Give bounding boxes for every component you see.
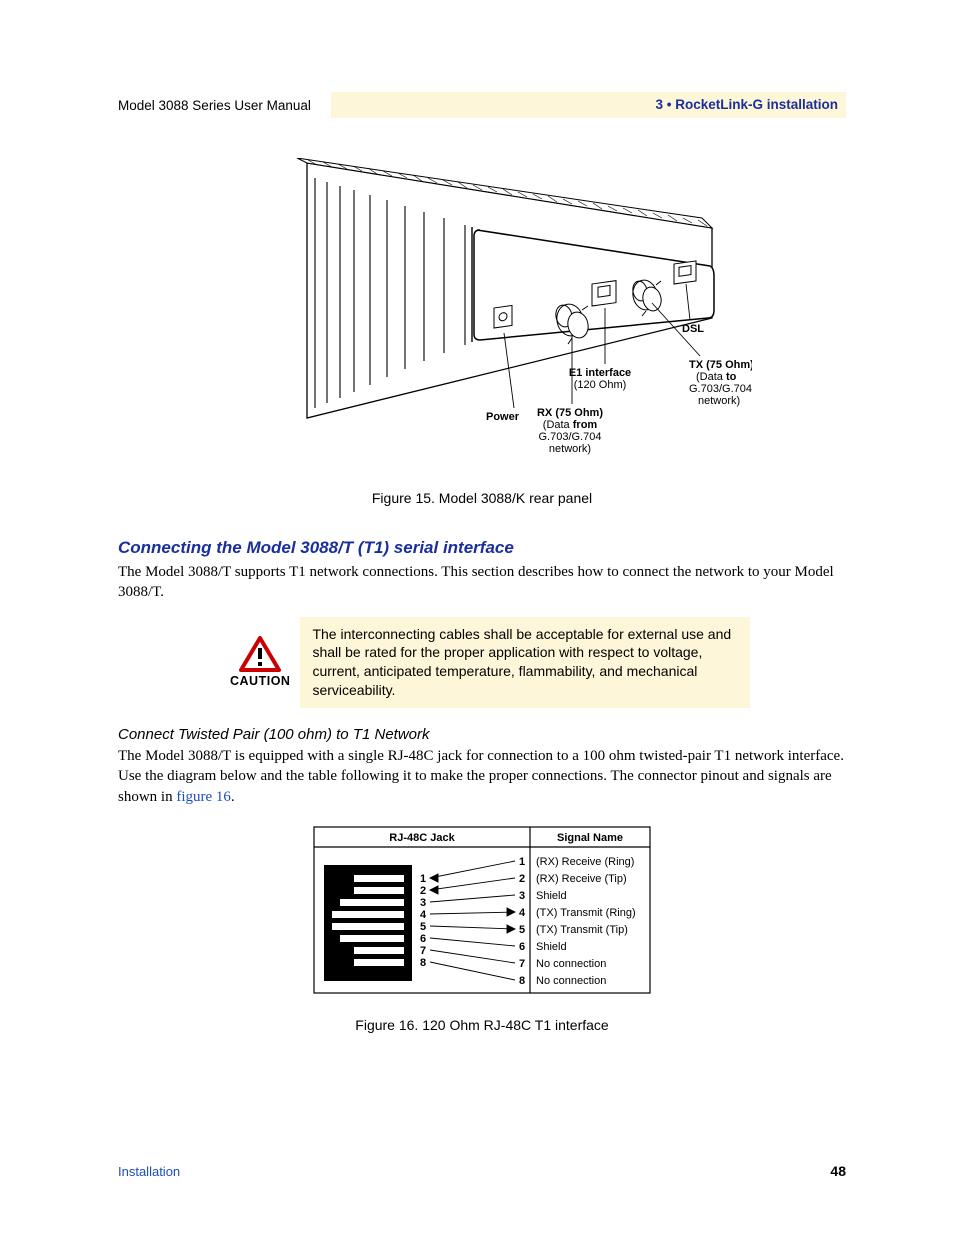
figure-15: DSL TX (75 Ohm) (Data to G.703/G.704 net… <box>118 158 846 522</box>
signal-2: (RX) Receive (Tip) <box>536 873 627 885</box>
signal-1: (RX) Receive (Ring) <box>536 856 634 868</box>
caution-label: CAUTION <box>230 674 290 688</box>
th-signal: Signal Name <box>557 832 623 844</box>
svg-text:1: 1 <box>519 856 525 868</box>
signal-6: Shield <box>536 941 567 953</box>
svg-text:G.703/G.704: G.703/G.704 <box>539 431 602 443</box>
svg-text:4: 4 <box>420 909 427 921</box>
svg-text:network): network) <box>549 443 591 455</box>
section-heading: Connecting the Model 3088/T (T1) serial … <box>118 538 846 558</box>
svg-text:5: 5 <box>420 921 426 933</box>
svg-text:8: 8 <box>420 957 426 969</box>
figure-16: RJ-48C Jack Signal Name 1 2 3 4 <box>118 825 846 1049</box>
svg-text:3: 3 <box>420 897 426 909</box>
svg-text:6: 6 <box>420 933 426 945</box>
svg-text:network): network) <box>698 395 740 407</box>
rj48c-diagram: RJ-48C Jack Signal Name 1 2 3 4 <box>312 825 652 1015</box>
label-power: Power <box>486 411 520 423</box>
svg-text:(Data from: (Data from <box>543 419 598 431</box>
caution-text: The interconnecting cables shall be acce… <box>300 617 750 709</box>
footer-section[interactable]: Installation <box>118 1164 180 1179</box>
svg-text:(120 Ohm): (120 Ohm) <box>574 379 627 391</box>
page-number: 48 <box>830 1163 846 1179</box>
svg-text:1: 1 <box>420 873 426 885</box>
figure-16-link[interactable]: figure 16 <box>176 789 231 805</box>
svg-text:(Data to: (Data to <box>696 371 737 383</box>
th-jack: RJ-48C Jack <box>389 832 455 844</box>
label-tx: TX (75 Ohm) <box>689 359 752 371</box>
chapter-box: 3 • RocketLink-G installation <box>331 92 846 118</box>
svg-text:2: 2 <box>519 873 525 885</box>
manual-title: Model 3088 Series User Manual <box>118 98 331 113</box>
signal-8: No connection <box>536 975 606 987</box>
figure-16-caption: Figure 16. 120 Ohm RJ-48C T1 interface <box>355 1017 608 1033</box>
signal-7: No connection <box>536 958 606 970</box>
svg-text:3: 3 <box>519 890 525 902</box>
label-rx: RX (75 Ohm) <box>537 407 603 419</box>
signal-3: Shield <box>536 890 567 902</box>
caution-icon <box>239 636 281 672</box>
svg-text:4: 4 <box>519 907 526 919</box>
subsection-paragraph: The Model 3088/T is equipped with a sing… <box>118 746 846 807</box>
svg-text:7: 7 <box>519 958 525 970</box>
rear-panel-diagram: DSL TX (75 Ohm) (Data to G.703/G.704 net… <box>212 158 752 488</box>
svg-text:8: 8 <box>519 975 525 987</box>
signal-4: (TX) Transmit (Ring) <box>536 907 636 919</box>
section-paragraph: The Model 3088/T supports T1 network con… <box>118 562 846 603</box>
svg-text:6: 6 <box>519 941 525 953</box>
chapter-title: 3 • RocketLink-G installation <box>655 97 838 112</box>
subsection-heading: Connect Twisted Pair (100 ohm) to T1 Net… <box>118 726 846 743</box>
page-header: Model 3088 Series User Manual 3 • Rocket… <box>118 92 846 118</box>
svg-text:5: 5 <box>519 924 525 936</box>
page-footer: Installation 48 <box>118 1163 846 1179</box>
signal-5: (TX) Transmit (Tip) <box>536 924 628 936</box>
figure-15-caption: Figure 15. Model 3088/K rear panel <box>372 490 592 506</box>
svg-text:7: 7 <box>420 945 426 957</box>
caution-block: CAUTION The interconnecting cables shall… <box>230 617 750 709</box>
svg-text:2: 2 <box>420 885 426 897</box>
label-dsl: DSL <box>682 323 704 335</box>
label-e1: E1 interface <box>569 367 631 379</box>
svg-text:G.703/G.704: G.703/G.704 <box>689 383 752 395</box>
